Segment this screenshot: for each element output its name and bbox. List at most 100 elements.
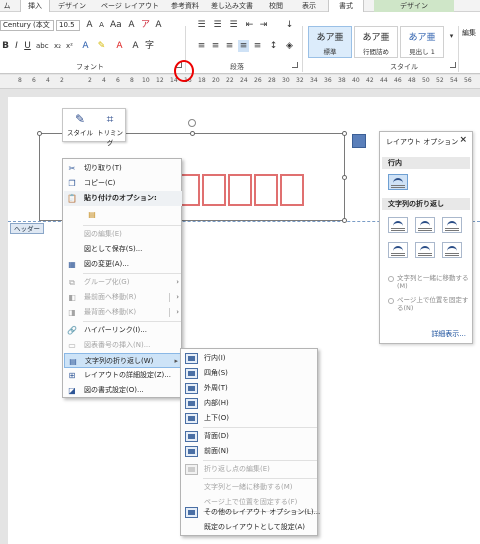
menu-item-save-as-picture[interactable]: 図として保存(S)... bbox=[64, 242, 182, 257]
clear-format-icon[interactable]: A bbox=[126, 19, 137, 31]
enclose-char-icon[interactable]: 字 bbox=[144, 40, 155, 52]
resize-handle[interactable] bbox=[190, 131, 195, 136]
wrap-through-option-icon[interactable] bbox=[442, 217, 462, 233]
align-left-icon[interactable]: ≡ bbox=[196, 40, 207, 52]
wrap-top-bottom-option-icon[interactable] bbox=[388, 242, 408, 258]
see-more-link[interactable]: 詳細表示... bbox=[431, 329, 466, 339]
move-with-text-label: 文字列と一緒に移動する(M) bbox=[397, 274, 469, 290]
grow-font-icon[interactable]: A bbox=[84, 19, 95, 31]
text-effects-icon[interactable]: A bbox=[80, 40, 91, 52]
multilevel-list-icon[interactable]: ☰ bbox=[228, 19, 239, 31]
inline-option-icon[interactable] bbox=[388, 174, 408, 190]
rotate-handle[interactable] bbox=[188, 119, 196, 127]
resize-handle[interactable] bbox=[342, 218, 347, 223]
resize-handle[interactable] bbox=[342, 175, 347, 180]
menu-item-edit-picture[interactable]: 図の編集(E) bbox=[64, 227, 182, 242]
wrap-in-front-option-icon[interactable] bbox=[442, 242, 462, 258]
paragraph-dialog-launcher[interactable] bbox=[292, 62, 298, 68]
justify-icon[interactable]: ≡ bbox=[238, 40, 249, 52]
highlight-icon[interactable]: ✎ bbox=[96, 40, 107, 52]
menu-item-wrap-text[interactable]: ▤ 文字列の折り返し(W) ▸ bbox=[64, 353, 182, 368]
wrap-behind[interactable]: 背面(D) bbox=[182, 429, 318, 444]
tab-design[interactable]: デザイン bbox=[52, 0, 92, 12]
menu-item-more-layout[interactable]: ⊞ レイアウトの詳細設定(Z)... bbox=[64, 368, 182, 383]
phonetic-icon[interactable]: ア bbox=[140, 19, 151, 31]
decrease-indent-icon[interactable]: ⇤ bbox=[244, 19, 255, 31]
fix-on-page-radio[interactable] bbox=[388, 298, 394, 304]
edit-wrap-points[interactable]: 折り返し点の編集(E) bbox=[182, 462, 318, 477]
wrap-inline[interactable]: 行内(I) bbox=[182, 351, 318, 366]
menu-item-bring-front[interactable]: ◧ 最前面へ移動(R) › bbox=[64, 290, 182, 305]
shading-icon[interactable]: ◈ bbox=[284, 40, 295, 52]
wrap-tight[interactable]: 外周(T) bbox=[182, 381, 318, 396]
paste-option-button[interactable]: ▤ bbox=[64, 206, 182, 224]
wrap-behind-option-icon[interactable] bbox=[415, 242, 435, 258]
superscript-icon[interactable]: x² bbox=[64, 40, 75, 52]
shrink-font-icon[interactable]: A bbox=[96, 19, 107, 31]
menu-item-copy[interactable]: ❐ コピー(C) bbox=[64, 176, 182, 191]
tab-page-layout[interactable]: ページ レイアウト bbox=[95, 0, 165, 12]
align-right-icon[interactable]: ≡ bbox=[224, 40, 235, 52]
numbering-icon[interactable]: ☰ bbox=[212, 19, 223, 31]
move-with-text-radio[interactable] bbox=[388, 276, 394, 282]
tab-home[interactable]: ム bbox=[0, 0, 14, 12]
style-button[interactable]: ✎ スタイル bbox=[65, 111, 95, 141]
wrap-tight-option-icon[interactable] bbox=[415, 217, 435, 233]
font-name-box[interactable]: Century (本文 bbox=[0, 20, 54, 31]
style-no-spacing[interactable]: あア亜 行間詰め bbox=[354, 26, 398, 58]
style-heading-1[interactable]: あア亜 見出し 1 bbox=[400, 26, 444, 58]
menu-item-change-picture[interactable]: ▦ 図の変更(A)... bbox=[64, 257, 182, 272]
menu-item-insert-caption[interactable]: ▭ 図表番号の挿入(N)... bbox=[64, 338, 182, 353]
line-spacing-icon[interactable]: ↕ bbox=[268, 40, 279, 52]
char-border-icon[interactable]: A bbox=[153, 19, 164, 31]
menu-item-format-picture[interactable]: ◪ 図の書式設定(O)... bbox=[64, 383, 182, 398]
bold-icon[interactable]: B bbox=[0, 40, 11, 52]
close-icon[interactable]: × bbox=[459, 135, 467, 145]
resize-handle[interactable] bbox=[37, 131, 42, 136]
wrap-through[interactable]: 内部(H) bbox=[182, 396, 318, 411]
font-size-box[interactable]: 10.5 bbox=[56, 20, 80, 31]
change-case-icon[interactable]: Aa bbox=[110, 19, 122, 31]
menu-label: コピー(C) bbox=[84, 179, 116, 187]
layout-options-button[interactable] bbox=[352, 134, 366, 148]
underline-icon[interactable]: U bbox=[22, 40, 33, 52]
edit-group-button[interactable]: 編集 bbox=[462, 28, 476, 38]
set-as-default-layout[interactable]: 既定のレイアウトとして設定(A) bbox=[182, 520, 318, 535]
styles-scroll-icon[interactable]: ▾ bbox=[446, 30, 457, 42]
menu-item-cut[interactable]: ✂ 切り取り(T) bbox=[64, 161, 182, 176]
menu-item-hyperlink[interactable]: 🔗 ハイパーリンク(I)... bbox=[64, 323, 182, 338]
bullets-icon[interactable]: ☰ bbox=[196, 19, 207, 31]
more-layout-options[interactable]: その他のレイアウト オプション(L)... bbox=[182, 505, 320, 520]
tab-review[interactable]: 校閲 bbox=[262, 0, 290, 12]
menu-item-send-back[interactable]: ◨ 最背面へ移動(K) › bbox=[64, 305, 182, 320]
sort-icon[interactable]: ↓ bbox=[284, 19, 295, 31]
style-normal[interactable]: あア亜 標準 bbox=[308, 26, 352, 58]
tab-insert[interactable]: 挿入 bbox=[20, 0, 50, 12]
resize-handle[interactable] bbox=[342, 131, 347, 136]
header-tag[interactable]: ヘッダー bbox=[10, 223, 44, 234]
italic-icon[interactable]: I bbox=[11, 40, 22, 52]
wrap-in-front[interactable]: 前面(N) bbox=[182, 444, 318, 459]
wrap-top-bottom[interactable]: 上下(O) bbox=[182, 411, 318, 426]
distribute-icon[interactable]: ≡ bbox=[252, 40, 263, 52]
move-with-text[interactable]: 文字列と一緒に移動する(M) bbox=[182, 480, 318, 495]
ruler-tick: 2 bbox=[88, 77, 92, 84]
tab-format[interactable]: 書式 bbox=[328, 0, 364, 12]
tab-mailings[interactable]: 差し込み文書 bbox=[206, 0, 258, 12]
crop-button[interactable]: ⌗ トリミング bbox=[95, 111, 125, 147]
font-color-icon[interactable]: A bbox=[114, 40, 125, 52]
wrap-square-option-icon[interactable] bbox=[388, 217, 408, 233]
menu-separator bbox=[203, 460, 317, 461]
char-shading-icon[interactable]: A bbox=[130, 40, 141, 52]
strikethrough-icon[interactable]: abc bbox=[36, 40, 49, 52]
menu-label: 上下(O) bbox=[204, 414, 229, 422]
wrap-square[interactable]: 四角(S) bbox=[182, 366, 318, 381]
tab-view[interactable]: 表示 bbox=[294, 0, 324, 12]
subscript-icon[interactable]: x₂ bbox=[52, 40, 63, 52]
tab-references[interactable]: 参考資料 bbox=[166, 0, 204, 12]
tab-context-design[interactable]: デザイン bbox=[374, 0, 454, 12]
increase-indent-icon[interactable]: ⇥ bbox=[258, 19, 269, 31]
styles-dialog-launcher[interactable] bbox=[450, 62, 456, 68]
align-center-icon[interactable]: ≡ bbox=[210, 40, 221, 52]
menu-item-group[interactable]: ⧉ グループ化(G) › bbox=[64, 275, 182, 290]
